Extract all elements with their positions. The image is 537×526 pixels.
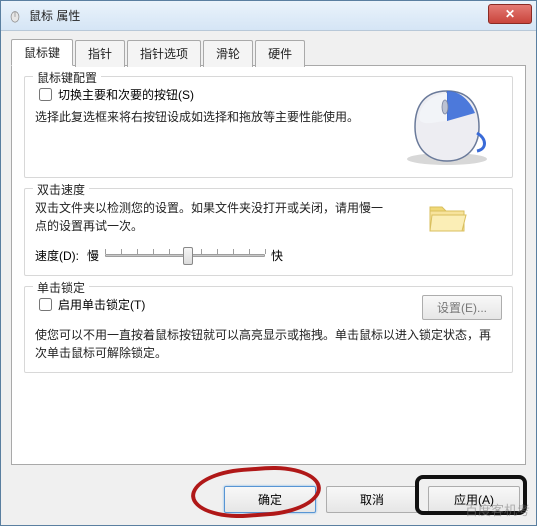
clicklock-desc: 使您可以不用一直按着鼠标按钮就可以高亮显示或拖拽。单击鼠标以进入锁定状态，再次单… — [35, 326, 502, 362]
swap-buttons-desc: 选择此复选框来将右按钮设成如选择和拖放等主要性能使用。 — [35, 108, 384, 126]
group-doubleclick: 双击速度 双击文件夹以检测您的设置。如果文件夹没打开或关闭，请用慢一点的设置再试… — [24, 188, 513, 276]
speed-fast-label: 快 — [271, 247, 283, 264]
tab-buttons[interactable]: 鼠标键 — [11, 39, 73, 66]
close-button[interactable]: ✕ — [488, 4, 532, 24]
window-title: 鼠标 属性 — [29, 7, 80, 24]
clicklock-checkbox[interactable] — [39, 298, 52, 311]
mouse-illustration-icon — [397, 85, 497, 167]
doubleclick-desc: 双击文件夹以检测您的设置。如果文件夹没打开或关闭，请用慢一点的设置再试一次。 — [35, 199, 384, 235]
tab-panel-buttons: 鼠标键配置 切换主要和次要的按钮(S) 选择此复选框来将右按钮设成如选择和拖放等… — [11, 65, 526, 465]
clicklock-label[interactable]: 启用单击锁定(T) — [58, 296, 145, 313]
mouse-properties-dialog: 鼠标 属性 ✕ 鼠标键 指针 指针选项 滑轮 硬件 鼠标键配置 切换主要和次要的… — [0, 0, 537, 526]
client-area: 鼠标键 指针 指针选项 滑轮 硬件 鼠标键配置 切换主要和次要的按钮(S) 选择… — [1, 31, 536, 475]
clicklock-settings-button[interactable]: 设置(E)... — [422, 295, 502, 320]
apply-button[interactable]: 应用(A) — [428, 486, 520, 513]
mouse-icon — [7, 8, 23, 24]
swap-buttons-label[interactable]: 切换主要和次要的按钮(S) — [58, 86, 194, 103]
group-doubleclick-legend: 双击速度 — [33, 181, 89, 198]
tab-wheel[interactable]: 滑轮 — [203, 40, 253, 67]
ok-button[interactable]: 确定 — [224, 486, 316, 513]
folder-test-icon[interactable] — [426, 197, 468, 239]
group-clicklock-legend: 单击锁定 — [33, 279, 89, 296]
group-button-config-legend: 鼠标键配置 — [33, 69, 101, 86]
cancel-button[interactable]: 取消 — [326, 486, 418, 513]
group-button-config: 鼠标键配置 切换主要和次要的按钮(S) 选择此复选框来将右按钮设成如选择和拖放等… — [24, 76, 513, 178]
close-icon: ✕ — [505, 7, 515, 21]
tab-hardware[interactable]: 硬件 — [255, 40, 305, 67]
doubleclick-speed-slider[interactable] — [105, 245, 265, 265]
tab-strip: 鼠标键 指针 指针选项 滑轮 硬件 — [11, 39, 526, 66]
speed-label: 速度(D): — [35, 247, 79, 264]
tab-pointers[interactable]: 指针 — [75, 40, 125, 67]
group-clicklock: 单击锁定 设置(E)... 启用单击锁定(T) 使您可以不用一直按着鼠标按钮就可… — [24, 286, 513, 373]
speed-slow-label: 慢 — [87, 247, 99, 264]
swap-buttons-checkbox[interactable] — [39, 88, 52, 101]
tab-pointer-options[interactable]: 指针选项 — [127, 40, 201, 67]
dialog-footer: 确定 取消 应用(A) — [224, 486, 520, 513]
slider-thumb[interactable] — [183, 247, 193, 265]
titlebar: 鼠标 属性 ✕ — [1, 1, 536, 31]
